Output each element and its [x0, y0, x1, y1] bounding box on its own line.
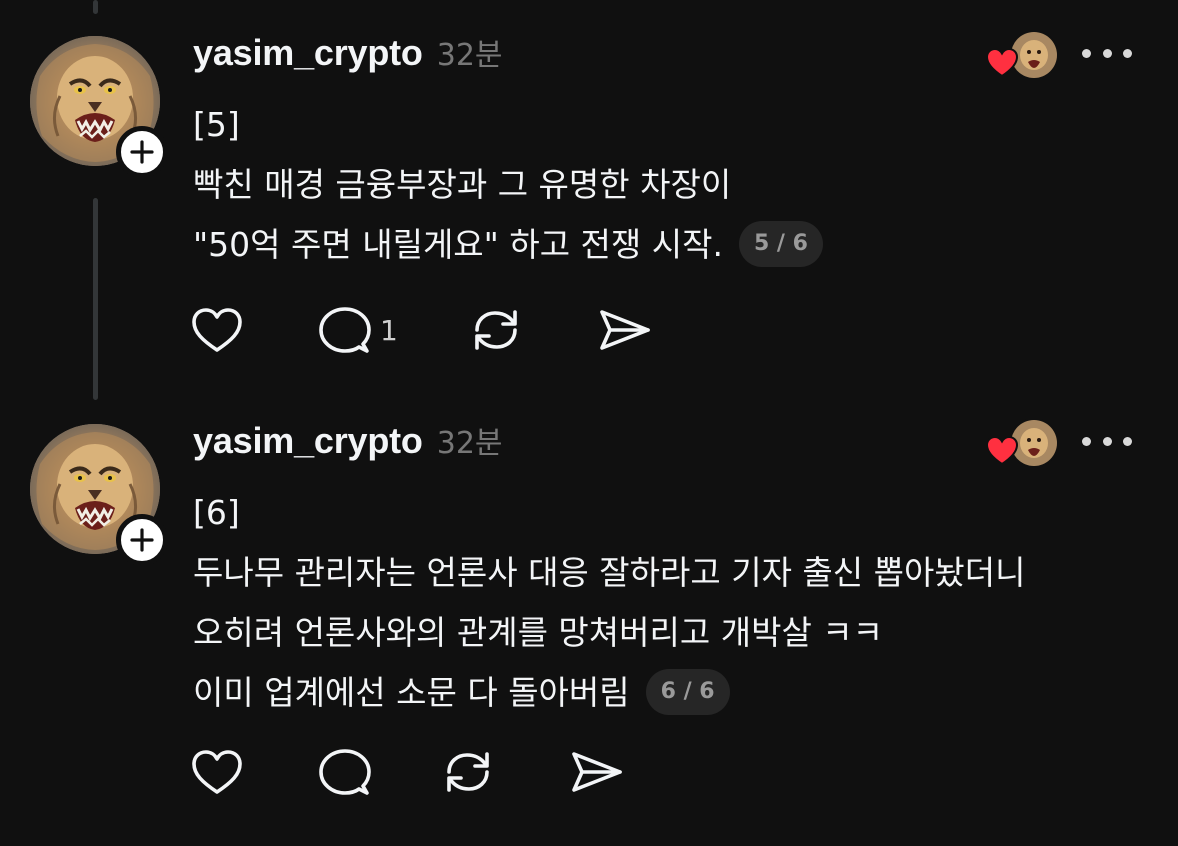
repost-button[interactable]: [440, 744, 568, 800]
post-line-text: "50억 주면 내릴게요" 하고 전쟁 시작.: [193, 225, 723, 264]
post-line-text: 이미 업계에선 소문 다 돌아버림: [193, 673, 630, 712]
reply-count: 1: [380, 313, 398, 347]
post-body: [6] 두나무 관리자는 언론사 대응 잘하라고 기자 출신 뽑아놨더니 오히려…: [193, 483, 1025, 723]
share-button[interactable]: [568, 744, 624, 800]
more-options-button[interactable]: [1082, 42, 1132, 64]
reply-button[interactable]: 1: [318, 302, 468, 358]
ellipsis-icon: [1082, 48, 1091, 58]
repost-arrows-icon: [475, 310, 517, 350]
liked-by-indicator[interactable]: [985, 30, 1059, 82]
heart-outline-icon: [192, 308, 242, 352]
ellipsis-icon: [1082, 436, 1091, 446]
post-line: 오히려 언론사와의 관계를 망쳐버리고 개박살 ㅋㅋ: [193, 613, 884, 652]
like-button[interactable]: [190, 302, 318, 358]
post-actions: [190, 744, 624, 800]
repost-button[interactable]: [468, 302, 596, 358]
post-actions: 1: [190, 302, 652, 358]
plus-icon: [130, 140, 154, 164]
post-header: yasim_crypto 32분: [193, 30, 503, 74]
ellipsis-icon: [1102, 48, 1112, 58]
post-body: [5] 빡친 매경 금융부장과 그 유명한 차장이 "50억 주면 내릴게요" …: [193, 95, 823, 275]
comment-bubble-icon: [319, 749, 371, 795]
follow-button[interactable]: [116, 126, 168, 178]
like-button[interactable]: [190, 744, 318, 800]
red-heart-icon: [985, 47, 1019, 78]
ellipsis-icon: [1123, 48, 1132, 58]
thread-post-6: yasim_crypto 32분 [6] 두나무 관리자는 언론사 대응 잘하라…: [0, 388, 1178, 846]
username[interactable]: yasim_crypto: [193, 420, 423, 462]
send-paper-plane-icon: [600, 310, 650, 350]
post-line: [5]: [193, 105, 240, 144]
timestamp: 32분: [436, 38, 503, 73]
red-heart-icon: [985, 435, 1019, 466]
ellipsis-icon: [1102, 436, 1112, 446]
share-button[interactable]: [596, 302, 652, 358]
timestamp: 32분: [436, 426, 503, 461]
more-options-button[interactable]: [1082, 430, 1132, 452]
follow-button[interactable]: [116, 514, 168, 566]
thread-post-5: yasim_crypto 32분 [5] 빡친 매경 금융부장과 그 유명한 차…: [0, 0, 1178, 395]
avatar[interactable]: [30, 424, 168, 566]
thread-page-indicator: 6 / 6: [645, 668, 730, 715]
post-line: 빡친 매경 금융부장과 그 유명한 차장이: [193, 165, 732, 204]
reply-button[interactable]: [318, 744, 440, 800]
send-paper-plane-icon: [572, 752, 622, 792]
avatar[interactable]: [30, 36, 168, 178]
plus-icon: [130, 528, 154, 552]
username[interactable]: yasim_crypto: [193, 32, 423, 74]
heart-outline-icon: [192, 750, 242, 794]
ellipsis-icon: [1123, 436, 1132, 446]
comment-bubble-icon: [319, 307, 371, 353]
post-line-last: 이미 업계에선 소문 다 돌아버림 6 / 6: [193, 663, 1025, 723]
repost-arrows-icon: [447, 752, 489, 792]
post-line: 두나무 관리자는 언론사 대응 잘하라고 기자 출신 뽑아놨더니: [193, 553, 1026, 592]
liked-by-indicator[interactable]: [985, 418, 1059, 470]
post-header: yasim_crypto 32분: [193, 418, 503, 462]
post-line: [6]: [193, 493, 240, 532]
post-line-last: "50억 주면 내릴게요" 하고 전쟁 시작. 5 / 6: [193, 215, 823, 275]
thread-page-indicator: 5 / 6: [738, 220, 823, 267]
